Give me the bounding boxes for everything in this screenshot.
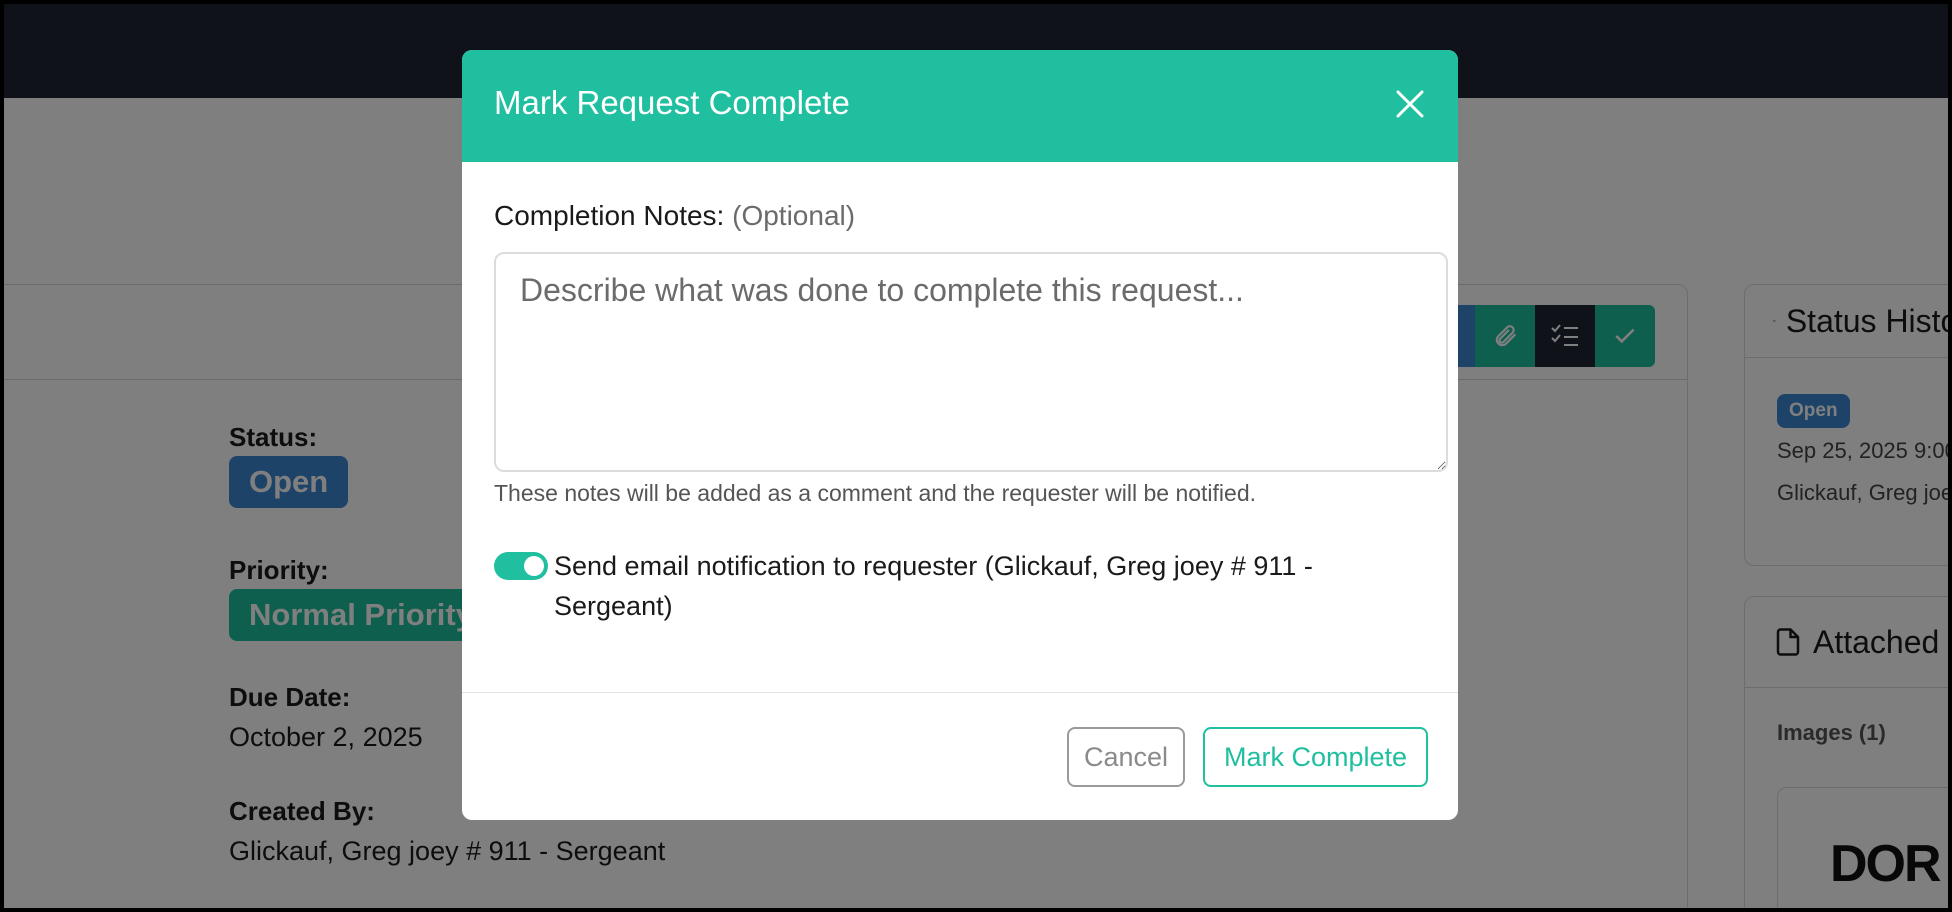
email-notification-toggle[interactable] <box>494 552 548 580</box>
completion-notes-textarea[interactable] <box>494 252 1448 472</box>
completion-notes-label: Completion Notes: (Optional) <box>494 200 855 232</box>
close-button[interactable] <box>1390 84 1430 124</box>
modal-header: Mark Request Complete <box>462 50 1458 162</box>
app-frame: Status: Open Priority: Normal Priority D… <box>4 4 1948 908</box>
cancel-button[interactable]: Cancel <box>1067 727 1185 787</box>
notes-label-text: Completion Notes: <box>494 200 725 231</box>
modal-footer: Cancel Mark Complete <box>462 692 1458 820</box>
close-icon <box>1396 90 1424 118</box>
modal-title: Mark Request Complete <box>494 84 850 121</box>
mark-complete-button[interactable]: Mark Complete <box>1203 727 1428 787</box>
notes-optional-text: (Optional) <box>732 200 856 231</box>
toggle-knob <box>524 556 544 576</box>
modal-body: Completion Notes: (Optional) These notes… <box>462 162 1458 692</box>
notes-help-text: These notes will be added as a comment a… <box>494 480 1256 506</box>
mark-complete-modal: Mark Request Complete Completion Notes: … <box>462 50 1458 820</box>
email-notification-label[interactable]: Send email notification to requester (Gl… <box>554 546 1314 626</box>
